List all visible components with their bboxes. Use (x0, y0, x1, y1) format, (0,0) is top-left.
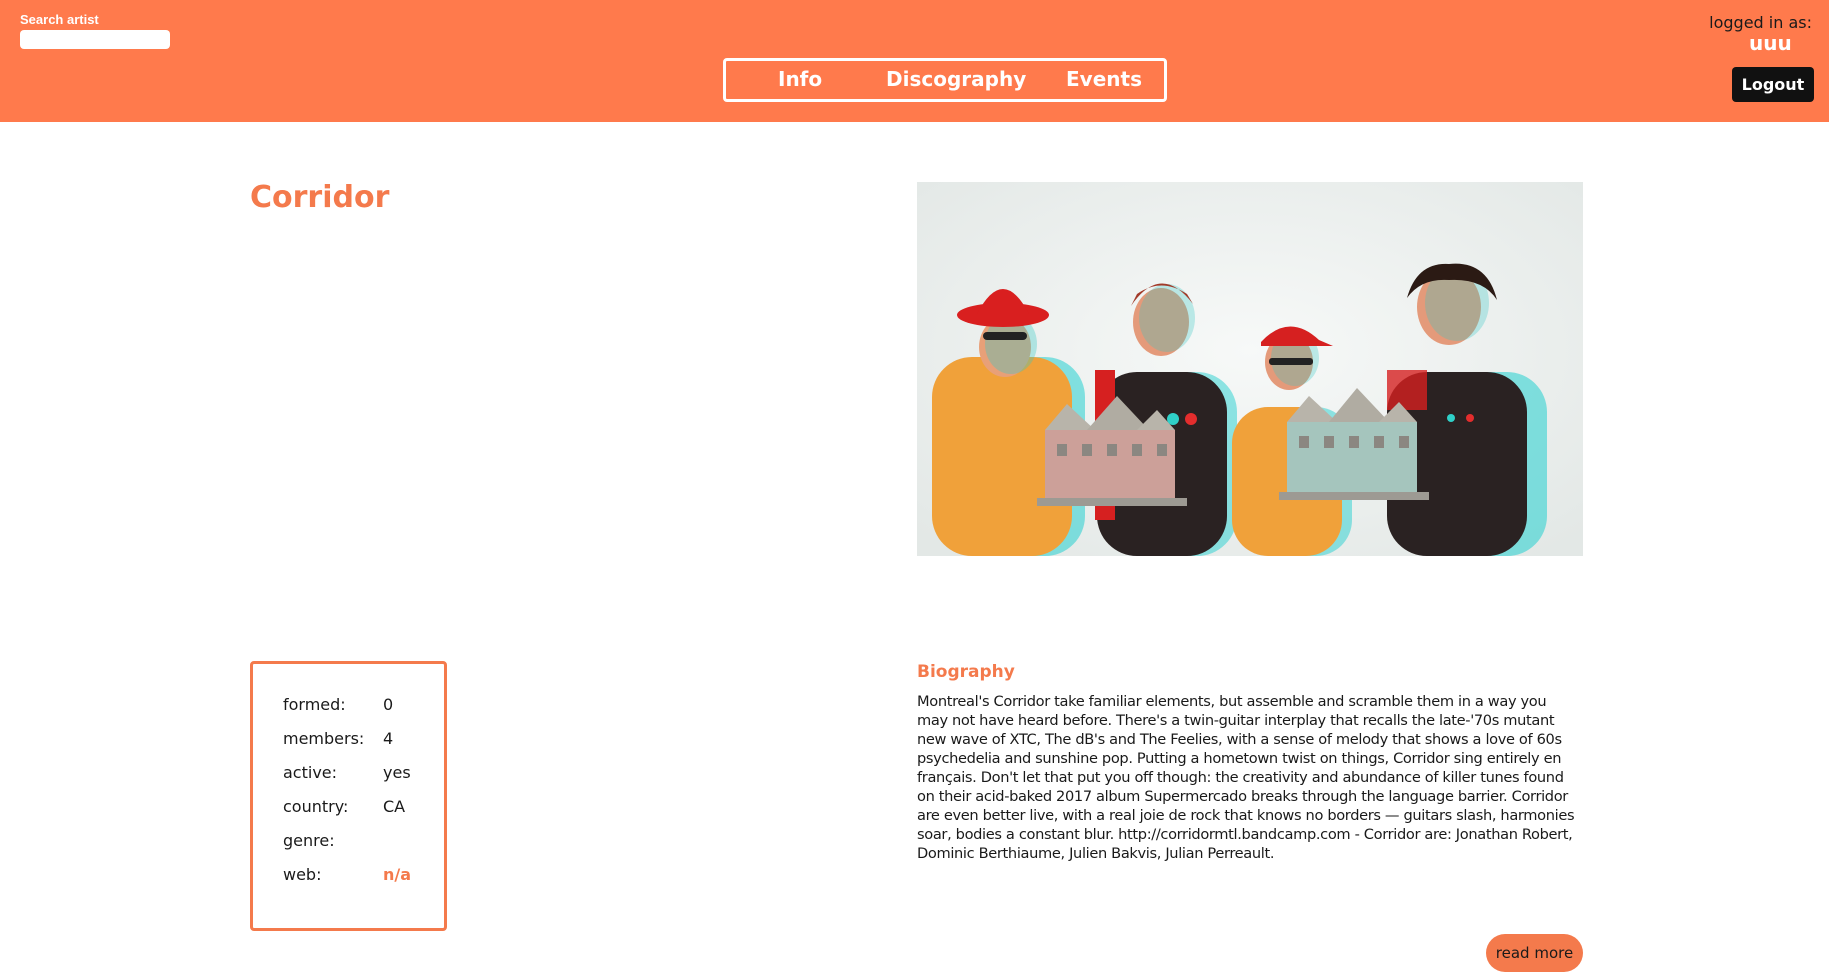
biography-text: Montreal's Corridor take familiar elemen… (917, 693, 1575, 862)
artist-info-box: formed: 0 members: 4 active: yes country… (250, 661, 447, 931)
members-value: 4 (383, 729, 394, 748)
read-more-button[interactable]: read more (1486, 934, 1583, 972)
search-label: Search artist (20, 12, 99, 27)
genre-label: genre: (283, 831, 335, 850)
band-photo-image (917, 182, 1583, 556)
active-value: yes (383, 763, 411, 782)
country-label: country: (283, 797, 349, 816)
band-photo (917, 182, 1583, 556)
nav-tab-events[interactable]: Events (1066, 67, 1142, 91)
biography-heading: Biography (917, 662, 1015, 682)
formed-value: 0 (383, 695, 394, 714)
web-label: web: (283, 865, 322, 884)
page: Search artist Info Discography Events lo… (0, 0, 1829, 978)
nav-tab-discography[interactable]: Discography (886, 67, 1026, 91)
nav-tab-info[interactable]: Info (778, 67, 822, 91)
logged-in-label: logged in as: (1709, 13, 1812, 32)
members-label: members: (283, 729, 365, 748)
web-link[interactable]: n/a (383, 865, 411, 884)
artist-name: Corridor (250, 180, 390, 215)
username: uuu (1749, 31, 1792, 55)
search-artist-input[interactable] (20, 30, 170, 49)
active-label: active: (283, 763, 338, 782)
top-header: Search artist Info Discography Events lo… (0, 0, 1829, 122)
country-value: CA (383, 797, 406, 816)
formed-label: formed: (283, 695, 346, 714)
logout-button[interactable]: Logout (1732, 67, 1814, 102)
main-nav: Info Discography Events (723, 58, 1167, 102)
